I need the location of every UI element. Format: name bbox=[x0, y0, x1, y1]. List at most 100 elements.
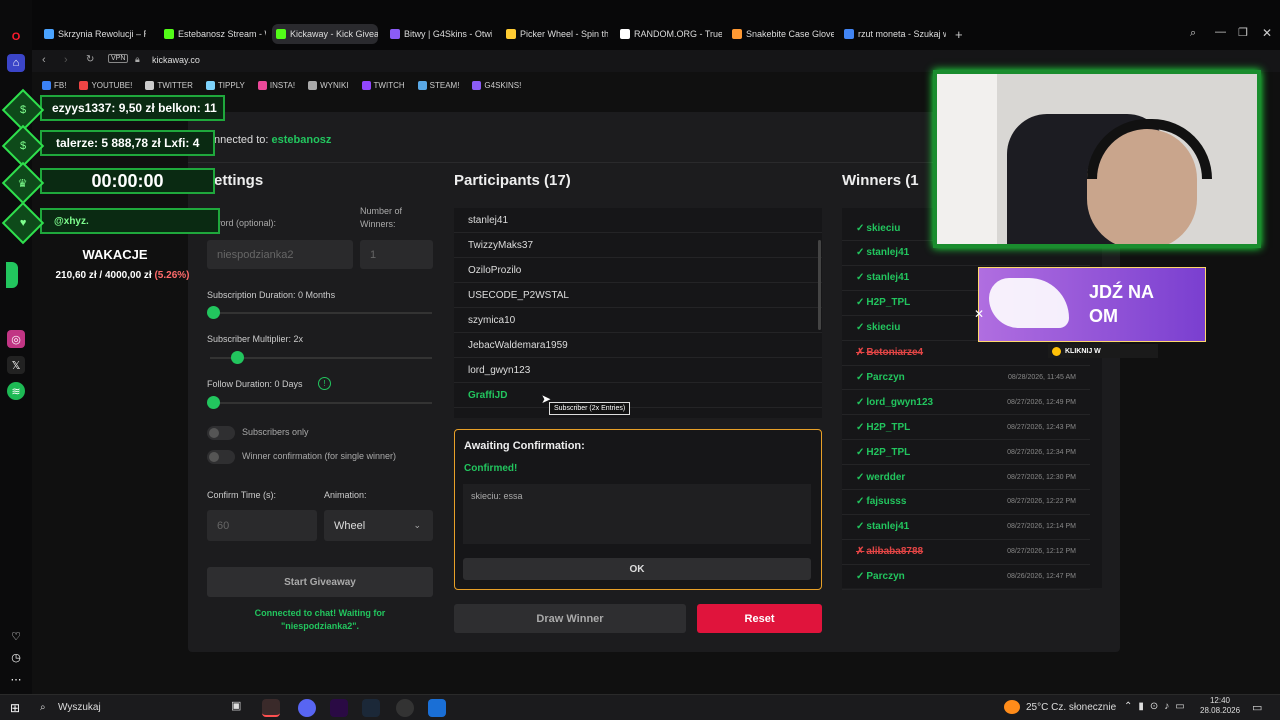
instagram-icon[interactable]: ◎ bbox=[7, 330, 25, 348]
winner-name: lord_gwyn123 bbox=[866, 396, 934, 408]
ok-button[interactable]: OK bbox=[463, 558, 811, 580]
animation-select[interactable]: Wheel ⌄ bbox=[324, 510, 433, 541]
clock[interactable]: 12:40 28.08.2026 bbox=[1200, 696, 1240, 716]
bookmark-item[interactable]: G4SKINS! bbox=[472, 80, 521, 90]
winner-name: stanlej41 bbox=[866, 247, 910, 259]
spotify-icon[interactable]: ≋ bbox=[7, 382, 25, 400]
bookmark-item[interactable]: STEAM! bbox=[417, 80, 459, 90]
participant-row[interactable]: USECODE_P2WSTAL bbox=[454, 283, 822, 308]
browser-tab[interactable]: Skrzynia Rewolucji – Rynek bbox=[40, 24, 146, 44]
participant-row[interactable]: stanlej41 bbox=[454, 208, 822, 233]
participant-row[interactable]: lord_gwyn123 bbox=[454, 358, 822, 383]
draw-winner-button[interactable]: Draw Winner bbox=[454, 604, 686, 633]
winners-list[interactable]: ✓ skieciu ✓ stanlej41 ✓ stanlej41 ✓ H2P_TPL… bbox=[842, 208, 1102, 590]
steam-icon[interactable] bbox=[362, 699, 380, 717]
vpn-badge[interactable]: VPN bbox=[108, 54, 129, 63]
participant-row[interactable]: szymica10 bbox=[454, 308, 822, 333]
promo-banner[interactable]: JDŹ NA OM bbox=[978, 267, 1206, 342]
participants-scrollbar[interactable] bbox=[818, 240, 821, 330]
app-icon[interactable] bbox=[428, 699, 446, 717]
more-icon[interactable]: ⋯ bbox=[7, 670, 25, 688]
browser-tab[interactable]: Estebanosz Stream - Watch bbox=[160, 24, 266, 44]
winner-row[interactable]: ✓ H2P_TPL 08/27/2026, 12:43 PM bbox=[842, 415, 1090, 441]
reload-icon[interactable]: ↻ bbox=[86, 54, 94, 65]
task-view-icon[interactable]: ▣ bbox=[231, 699, 249, 717]
winners-count-input[interactable]: 1 bbox=[360, 240, 433, 269]
bookmark-item[interactable]: TWITTER bbox=[145, 80, 193, 90]
winner-row[interactable]: ✓ fajsusss 08/27/2026, 12:22 PM bbox=[842, 490, 1090, 515]
follow-duration-slider[interactable] bbox=[210, 402, 432, 404]
taskbar-search-icon[interactable]: ⌕ bbox=[40, 702, 46, 713]
premiere-icon[interactable] bbox=[330, 699, 348, 717]
sub-multiplier-knob[interactable] bbox=[231, 351, 244, 364]
new-tab-button[interactable]: + bbox=[955, 27, 963, 42]
sub-duration-knob[interactable] bbox=[207, 306, 220, 319]
tab-favicon-icon bbox=[732, 29, 742, 39]
bookmark-item[interactable]: TIPPLY bbox=[205, 80, 245, 90]
bookmark-label: FB! bbox=[54, 80, 67, 90]
winner-row[interactable]: ✓ Parczyn 08/28/2026, 11:45 AM bbox=[842, 365, 1090, 391]
heart-icon[interactable]: ♡ bbox=[7, 627, 25, 645]
winner-confirmation-toggle[interactable] bbox=[207, 450, 235, 464]
winners-title: Winners (1 bbox=[842, 172, 919, 189]
browser-tab[interactable]: Picker Wheel - Spin the W bbox=[502, 24, 608, 44]
winner-row[interactable]: ✓ H2P_TPL 08/27/2026, 12:34 PM bbox=[842, 440, 1090, 466]
bookmark-icon bbox=[42, 80, 51, 90]
winner-name: fajsusss bbox=[866, 496, 907, 508]
tray-icons[interactable]: ⌃▮⊙♪▭ bbox=[1124, 701, 1191, 712]
search-tabs-icon[interactable]: ⌕ bbox=[1190, 27, 1196, 40]
minimize-button[interactable]: — bbox=[1215, 26, 1226, 38]
x-twitter-icon[interactable]: 𝕏 bbox=[7, 356, 25, 374]
back-icon[interactable]: ‹ bbox=[42, 54, 46, 66]
winner-name: H2P_TPL bbox=[866, 297, 911, 309]
bookmark-item[interactable]: TWITCH bbox=[361, 80, 405, 90]
check-icon: ✓ bbox=[856, 322, 865, 334]
browser-tab[interactable]: RANDOM.ORG - True Ran bbox=[616, 24, 722, 44]
info-icon[interactable]: ! bbox=[318, 377, 331, 390]
weather-icon[interactable] bbox=[1004, 700, 1020, 714]
reset-button[interactable]: Reset bbox=[697, 604, 822, 633]
winner-row[interactable]: ✓ lord_gwyn123 08/27/2026, 12:49 PM bbox=[842, 390, 1090, 416]
discord-icon[interactable] bbox=[298, 699, 316, 717]
participant-row[interactable]: JebacWaldemara1959 bbox=[454, 333, 822, 358]
home-icon[interactable]: ⌂ bbox=[7, 54, 25, 72]
opera-taskbar-icon[interactable] bbox=[262, 699, 280, 717]
participants-list[interactable]: stanlej41 TwizzyMaks37 OziloProzilo USECODE… bbox=[454, 208, 822, 418]
notifications-icon[interactable]: ▭ bbox=[1252, 701, 1262, 714]
winner-date: 08/28/2026, 11:45 AM bbox=[1008, 373, 1076, 381]
participant-row[interactable]: GraffiJD bbox=[454, 383, 822, 408]
bookmark-item[interactable]: WYNIKI bbox=[308, 80, 349, 90]
confirm-time-input[interactable]: 60 bbox=[207, 510, 317, 541]
banner-close-icon[interactable]: ✕ bbox=[974, 307, 984, 321]
history-icon[interactable]: ◷ bbox=[7, 648, 25, 666]
start-giveaway-button[interactable]: Start Giveaway bbox=[207, 567, 433, 597]
participant-row[interactable]: TwizzyMaks37 bbox=[454, 233, 822, 258]
weather-text[interactable]: 25°C Cz. słonecznie bbox=[1026, 702, 1116, 713]
close-window-button[interactable]: ✕ bbox=[1262, 26, 1272, 40]
windows-start-icon[interactable]: ⊞ bbox=[10, 701, 20, 715]
forward-icon[interactable]: › bbox=[64, 54, 68, 66]
sub-duration-slider[interactable] bbox=[210, 312, 432, 314]
banner-click-strip[interactable]: KLIKNIJ W bbox=[1048, 344, 1158, 358]
browser-tab[interactable]: Snakebite Case Gloves - C bbox=[728, 24, 834, 44]
participant-row[interactable]: OziloProzilo bbox=[454, 258, 822, 283]
follow-duration-knob[interactable] bbox=[207, 396, 220, 409]
browser-tab[interactable]: Bitwy | G4Skins - Otwieraj bbox=[386, 24, 492, 44]
browser-tab[interactable]: rzut moneta - Szukaj w Go bbox=[840, 24, 946, 44]
winner-row[interactable]: ✓ stanlej41 08/27/2026, 12:14 PM bbox=[842, 515, 1090, 540]
winner-row[interactable]: ✓ Parczyn 08/26/2026, 12:47 PM bbox=[842, 565, 1090, 590]
winner-row[interactable]: ✗ alibaba8788 08/27/2026, 12:12 PM bbox=[842, 540, 1090, 565]
obs-icon[interactable] bbox=[396, 699, 414, 717]
bookmark-label: TIPPLY bbox=[217, 80, 245, 90]
opera-logo-icon[interactable]: O bbox=[7, 28, 25, 46]
winner-row[interactable]: ✓ werdder 08/27/2026, 12:30 PM bbox=[842, 465, 1090, 490]
bookmark-item[interactable]: FB! bbox=[42, 80, 67, 90]
tab-label: Bitwy | G4Skins - Otwieraj bbox=[404, 29, 492, 39]
taskbar-search[interactable]: Wyszukaj bbox=[58, 702, 101, 713]
bookmark-item[interactable]: YOUTUBE! bbox=[79, 80, 132, 90]
subscribers-only-toggle[interactable] bbox=[207, 426, 235, 440]
browser-tab[interactable]: Kickaway - Kick Giveaway bbox=[272, 24, 378, 44]
url-field[interactable]: kickaway.co bbox=[152, 55, 200, 65]
bookmark-item[interactable]: INSTA! bbox=[257, 80, 295, 90]
maximize-button[interactable]: ❐ bbox=[1238, 26, 1248, 39]
